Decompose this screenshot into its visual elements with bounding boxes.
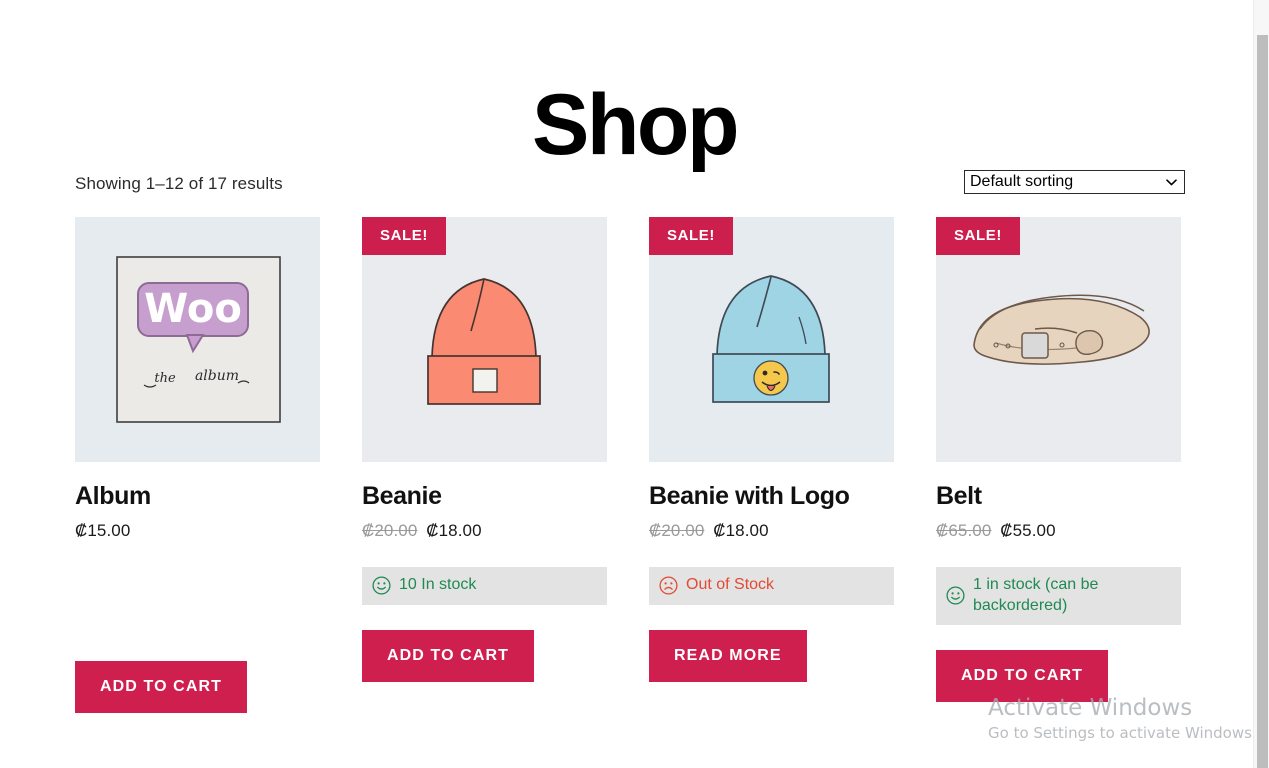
sorting-dropdown-wrapper[interactable]: Default sorting <box>964 172 1185 196</box>
stock-status-badge: 10 In stock <box>362 567 607 605</box>
stock-status-badge: Out of Stock <box>649 567 894 605</box>
product-grid: Woo the album Album ₡15.00 ADD TO CART S… <box>75 217 1185 713</box>
product-image-album[interactable]: Woo the album <box>75 217 320 462</box>
sale-badge: SALE! <box>936 217 1020 255</box>
sorting-select[interactable]: Default sorting <box>964 170 1185 194</box>
product-price: ₡20.00 ₡18.00 <box>362 521 607 541</box>
shop-page: Shop Showing 1–12 of 17 results Default … <box>0 0 1269 768</box>
results-toolbar: Showing 1–12 of 17 results Default sorti… <box>75 172 1185 204</box>
stock-status-text: Out of Stock <box>686 575 884 596</box>
price-current: ₡55.00 <box>1000 521 1055 540</box>
price-original: ₡20.00 <box>649 521 704 540</box>
product-price: ₡15.00 <box>75 521 320 541</box>
product-price: ₡20.00 ₡18.00 <box>649 521 894 541</box>
product-title[interactable]: Album <box>75 482 320 511</box>
product-card[interactable]: SALE! Beanie ₡20.00 ₡18.00 10 In stock <box>362 217 607 713</box>
svg-text:album: album <box>195 368 239 384</box>
sale-badge: SALE! <box>362 217 446 255</box>
product-card[interactable]: SALE! Beanie with Logo ₡20.00 ₡18.00 <box>649 217 894 713</box>
watermark-subtitle: Go to Settings to activate Windows. <box>988 722 1257 744</box>
frowning-face-icon <box>659 576 678 595</box>
product-card[interactable]: SALE! Belt ₡65.00 ₡55.00 <box>936 217 1181 713</box>
read-more-button[interactable]: READ MORE <box>649 630 807 682</box>
stock-status-text: 10 In stock <box>399 575 597 596</box>
add-to-cart-button[interactable]: ADD TO CART <box>75 661 247 713</box>
album-cover-woo-image: Woo the album <box>75 217 320 462</box>
product-image-beanie-with-logo[interactable]: SALE! <box>649 217 894 462</box>
smiley-face-icon <box>946 586 965 605</box>
add-to-cart-button[interactable]: ADD TO CART <box>936 650 1108 702</box>
result-count: Showing 1–12 of 17 results <box>75 174 283 194</box>
price-original: ₡65.00 <box>936 521 991 540</box>
page-title: Shop <box>0 82 1269 168</box>
product-image-belt[interactable]: SALE! <box>936 217 1181 462</box>
product-title[interactable]: Belt <box>936 482 1181 511</box>
product-card[interactable]: Woo the album Album ₡15.00 ADD TO CART <box>75 217 320 713</box>
stock-status-badge: 1 in stock (can be backordered) <box>936 567 1181 625</box>
price-current: ₡15.00 <box>75 521 130 540</box>
price-current: ₡18.00 <box>426 521 481 540</box>
price-original: ₡20.00 <box>362 521 417 540</box>
scrollbar-thumb[interactable] <box>1257 35 1268 768</box>
product-title[interactable]: Beanie with Logo <box>649 482 894 511</box>
svg-text:Woo: Woo <box>144 286 242 332</box>
page-scrollbar[interactable] <box>1253 0 1269 768</box>
product-image-beanie[interactable]: SALE! <box>362 217 607 462</box>
product-price: ₡65.00 ₡55.00 <box>936 521 1181 541</box>
price-current: ₡18.00 <box>713 521 768 540</box>
smiley-face-icon <box>372 576 391 595</box>
product-title[interactable]: Beanie <box>362 482 607 511</box>
sale-badge: SALE! <box>649 217 733 255</box>
add-to-cart-button[interactable]: ADD TO CART <box>362 630 534 682</box>
stock-status-text: 1 in stock (can be backordered) <box>973 575 1171 617</box>
svg-text:the: the <box>154 371 176 386</box>
